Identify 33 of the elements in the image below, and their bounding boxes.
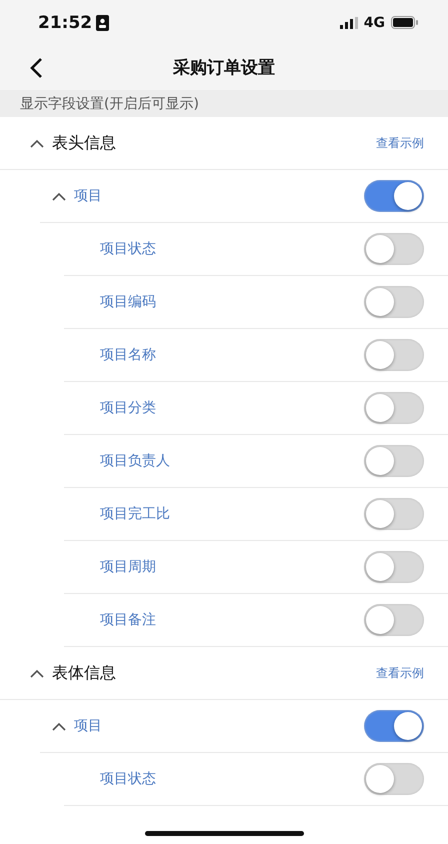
field-label: 项目状态 bbox=[100, 770, 156, 788]
field-label: 项目备注 bbox=[100, 611, 156, 629]
field-label: 项目名称 bbox=[100, 346, 156, 364]
field-label: 项目分类 bbox=[100, 399, 156, 417]
field-label: 项目完工比 bbox=[100, 505, 170, 523]
toggle-switch[interactable] bbox=[364, 498, 424, 530]
toggle-switch[interactable] bbox=[364, 763, 424, 795]
group-header[interactable]: 项目 bbox=[52, 187, 102, 205]
toggle-switch[interactable] bbox=[364, 392, 424, 424]
field-label: 项目负责人 bbox=[100, 452, 170, 470]
toggle-switch[interactable] bbox=[364, 339, 424, 371]
field-label: 项目状态 bbox=[100, 240, 156, 258]
toggle-switch[interactable] bbox=[364, 233, 424, 265]
section-subheader: 显示字段设置(开启后可显示) bbox=[0, 90, 448, 117]
section-header[interactable]: 表体信息 bbox=[30, 662, 116, 684]
section-header[interactable]: 表头信息 bbox=[30, 132, 116, 154]
toggle-switch[interactable] bbox=[364, 604, 424, 636]
toggle-switch[interactable] bbox=[364, 551, 424, 583]
toggle-switch[interactable] bbox=[364, 286, 424, 318]
toggle-switch[interactable] bbox=[364, 180, 424, 212]
field-label: 项目编码 bbox=[100, 293, 156, 311]
toggle-switch[interactable] bbox=[364, 445, 424, 477]
view-example-link[interactable]: 查看示例 bbox=[376, 134, 424, 152]
toggle-switch[interactable] bbox=[364, 710, 424, 742]
status-time: 21:52 bbox=[38, 12, 92, 32]
battery-icon bbox=[391, 16, 418, 29]
id-card-icon bbox=[96, 14, 110, 30]
page-title: 采购订单设置 bbox=[173, 57, 275, 79]
field-label: 项目周期 bbox=[100, 558, 156, 576]
signal-icon bbox=[340, 16, 358, 28]
group-header[interactable]: 项目 bbox=[52, 717, 102, 735]
view-example-link[interactable]: 查看示例 bbox=[376, 664, 424, 682]
network-label: 4G bbox=[364, 14, 385, 30]
